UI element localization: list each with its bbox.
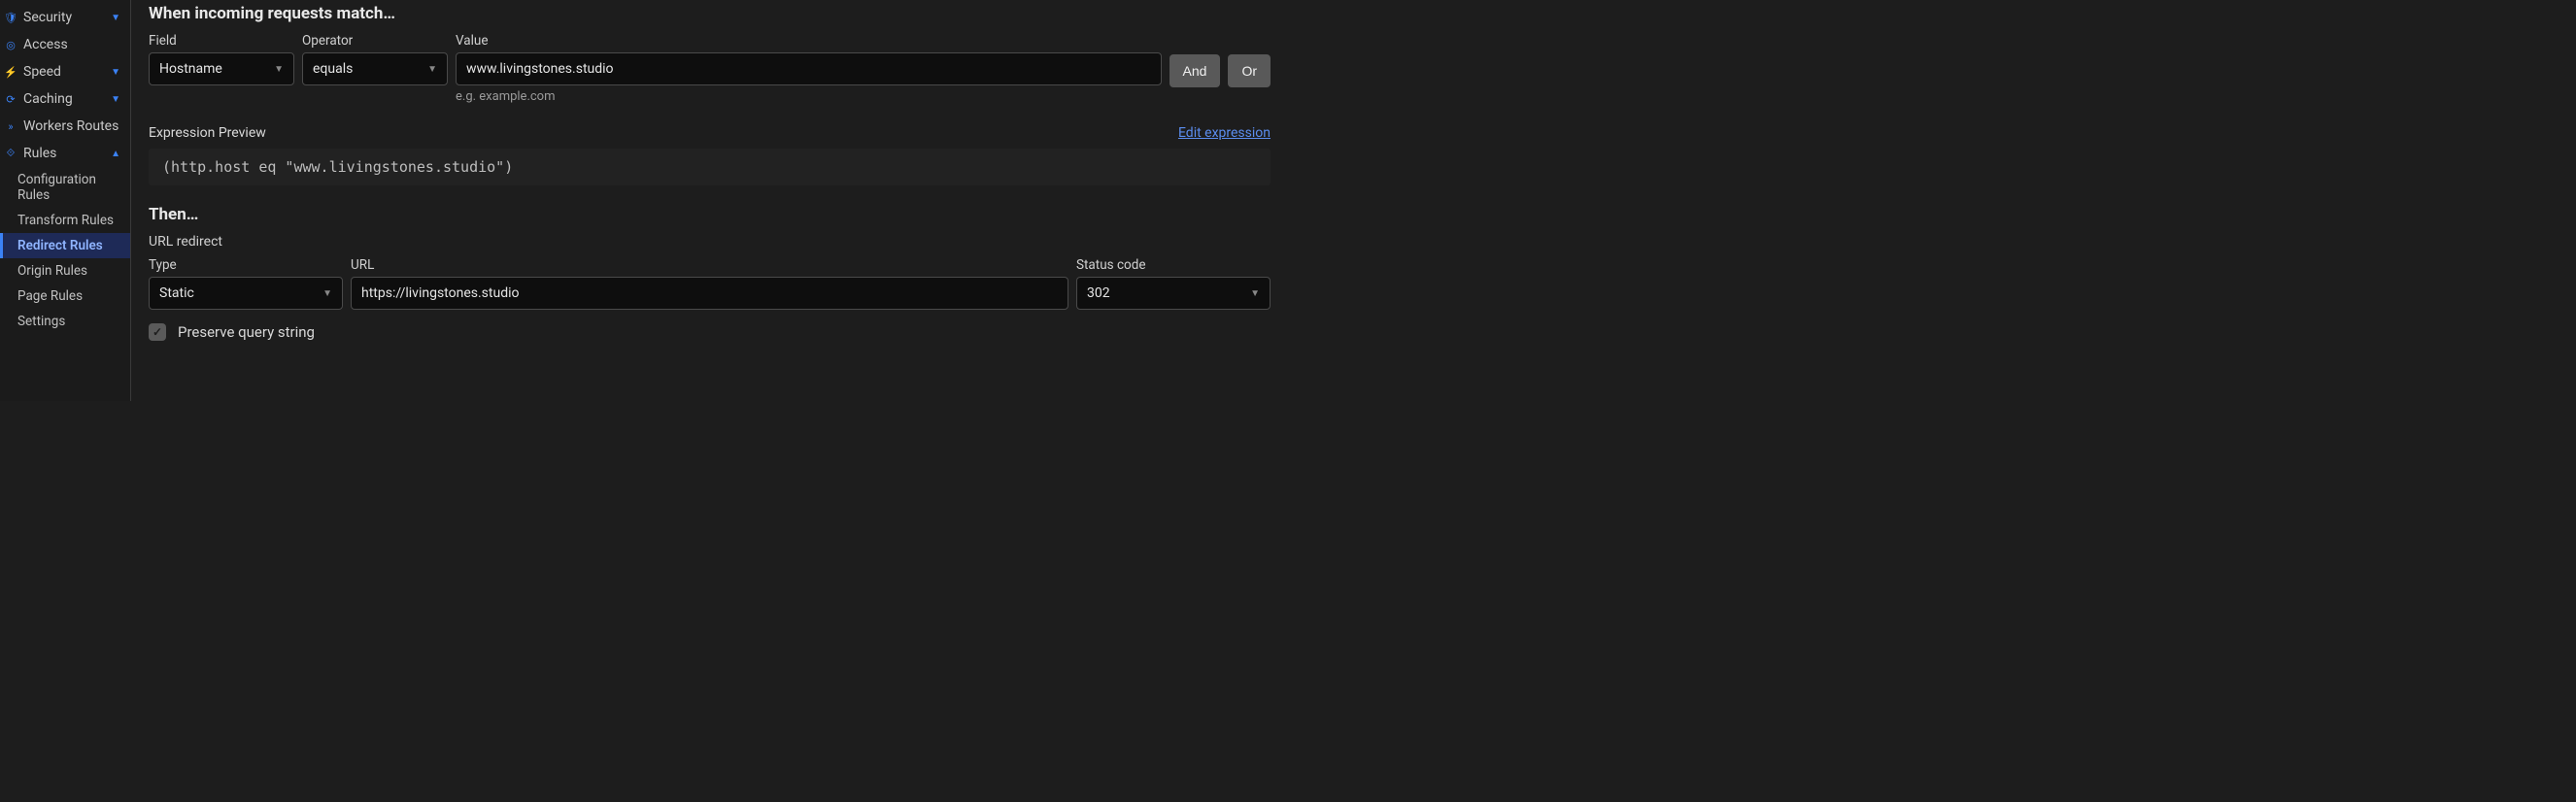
sidebar-item-label: Access — [23, 37, 120, 52]
type-select[interactable]: Static ▼ — [149, 277, 343, 310]
url-label: URL — [351, 257, 1068, 273]
value-input[interactable]: www.livingstones.studio — [456, 52, 1162, 85]
sidebar-item-caching[interactable]: ⟳ Caching ▼ — [0, 85, 130, 113]
sidebar-item-label: Security — [23, 10, 103, 25]
chevron-down-icon: ▼ — [111, 94, 120, 105]
chevron-down-icon: ▼ — [111, 67, 120, 78]
sidebar-sub-origin-rules[interactable]: Origin Rules — [0, 258, 130, 284]
sidebar-sub-page-rules[interactable]: Page Rules — [0, 284, 130, 309]
sidebar-item-access[interactable]: ◎ Access — [0, 31, 130, 58]
type-label: Type — [149, 257, 343, 273]
shield-icon: 🛡 — [6, 12, 16, 24]
then-heading: Then… — [149, 205, 1271, 224]
url-redirect-subhead: URL redirect — [149, 234, 1271, 250]
and-button[interactable]: And — [1169, 54, 1221, 87]
status-label: Status code — [1076, 257, 1271, 273]
chevron-up-icon: ▲ — [111, 149, 120, 159]
caret-down-icon: ▼ — [427, 64, 437, 75]
workers-icon: » — [6, 120, 16, 133]
bolt-icon: ⚡ — [6, 66, 16, 79]
sidebar-item-label: Workers Routes — [23, 118, 120, 134]
edit-expression-link[interactable]: Edit expression — [1178, 125, 1271, 141]
caret-down-icon: ▼ — [274, 64, 284, 75]
sidebar-item-security[interactable]: 🛡 Security ▼ — [0, 4, 130, 31]
field-select-value: Hostname — [159, 61, 222, 77]
field-label: Field — [149, 33, 294, 49]
sidebar-item-speed[interactable]: ⚡ Speed ▼ — [0, 58, 130, 85]
sidebar-item-label: Rules — [23, 146, 103, 161]
operator-select[interactable]: equals ▼ — [302, 52, 448, 85]
caret-down-icon: ▼ — [1250, 288, 1260, 299]
sidebar: 🛡 Security ▼ ◎ Access ⚡ Speed ▼ ⟳ Cachin… — [0, 0, 131, 401]
preserve-query-label: Preserve query string — [178, 323, 315, 341]
match-heading: When incoming requests match… — [149, 4, 1271, 23]
preserve-query-checkbox[interactable]: ✓ — [149, 323, 166, 341]
url-input[interactable]: https://livingstones.studio — [351, 277, 1068, 310]
expression-preview-label: Expression Preview — [149, 125, 266, 141]
sidebar-item-label: Speed — [23, 64, 103, 80]
cache-icon: ⟳ — [6, 93, 16, 106]
type-select-value: Static — [159, 285, 194, 301]
sidebar-item-label: Caching — [23, 91, 103, 107]
status-select[interactable]: 302 ▼ — [1076, 277, 1271, 310]
rules-icon: ⟐ — [6, 147, 16, 160]
chevron-down-icon: ▼ — [111, 13, 120, 23]
sidebar-sub-transform-rules[interactable]: Transform Rules — [0, 208, 130, 233]
access-icon: ◎ — [6, 39, 16, 51]
operator-select-value: equals — [313, 61, 353, 77]
sidebar-item-rules[interactable]: ⟐ Rules ▲ — [0, 140, 130, 167]
url-input-text: https://livingstones.studio — [361, 285, 520, 301]
expression-preview-box: (http.host eq "www.livingstones.studio") — [149, 149, 1271, 185]
sidebar-sub-redirect-rules[interactable]: Redirect Rules — [0, 233, 130, 258]
value-hint: e.g. example.com — [456, 89, 1162, 104]
field-select[interactable]: Hostname ▼ — [149, 52, 294, 85]
value-label: Value — [456, 33, 1162, 49]
sidebar-item-workers-routes[interactable]: » Workers Routes — [0, 113, 130, 140]
or-button[interactable]: Or — [1228, 54, 1271, 87]
caret-down-icon: ▼ — [322, 288, 332, 299]
status-select-value: 302 — [1087, 285, 1110, 301]
sidebar-sub-configuration-rules[interactable]: Configuration Rules — [0, 167, 130, 208]
sidebar-sub-settings[interactable]: Settings — [0, 309, 130, 334]
operator-label: Operator — [302, 33, 448, 49]
value-input-text: www.livingstones.studio — [466, 61, 614, 77]
main-content: When incoming requests match… Field Host… — [131, 0, 1288, 401]
